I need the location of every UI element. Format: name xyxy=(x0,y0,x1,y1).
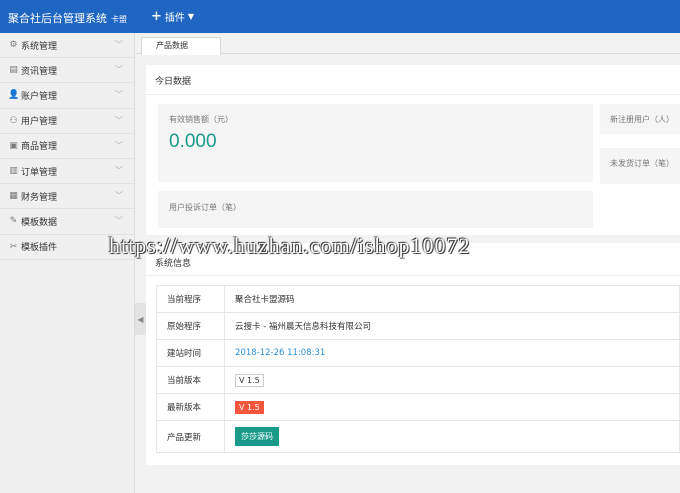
order-icon: ▥ xyxy=(9,166,18,177)
sidebar-item-label: 系统管理 xyxy=(21,41,58,52)
chevron-down-icon: ﹀ xyxy=(115,165,123,175)
gear-icon: ⚙ xyxy=(9,40,18,51)
row-value: 2018-12-26 11:08:31 xyxy=(224,339,680,367)
panel-divider xyxy=(146,94,680,95)
current-version-badge: V 1.5 xyxy=(235,373,264,387)
brand-name: 聚合社后台管理系统 xyxy=(8,12,107,25)
user-icon: 👤 xyxy=(8,90,20,101)
row-key: 产品更新 xyxy=(156,420,225,453)
plugin-menu-label: 插件 xyxy=(164,13,185,24)
row-key: 建站时间 xyxy=(156,339,225,367)
table-row: 原始程序 云搜卡 - 福州晨天信息科技有限公司 xyxy=(156,312,680,340)
sidebar-item-8[interactable]: ✎ 模板数据 ﹀ xyxy=(0,209,134,235)
sidebar-item-3[interactable]: 👤 账户管理 ﹀ xyxy=(0,83,134,109)
sidebar-item-4[interactable]: ⚇ 用户管理 ﹀ xyxy=(0,109,134,134)
news-icon: ▤ xyxy=(9,65,18,76)
sidebar-item-label: 资讯管理 xyxy=(21,66,58,77)
row-value: 聚合社卡盟源码 xyxy=(224,285,680,313)
chevron-down-icon: ﹀ xyxy=(115,140,123,150)
build-date-link[interactable]: 2018-12-26 11:08:31 xyxy=(235,348,325,358)
edit-icon: ✎ xyxy=(9,216,18,227)
latest-version-badge: V 1.5 xyxy=(235,400,264,414)
table-row: 产品更新 莎莎源码 xyxy=(156,420,680,453)
product-update-button[interactable]: 莎莎源码 xyxy=(235,427,279,446)
sidebar-item-label: 模板数据 xyxy=(21,217,58,228)
system-info-title: 系统信息 xyxy=(155,259,192,269)
sidebar-item-2[interactable]: ▤ 资讯管理 ﹀ xyxy=(0,58,134,84)
new-users-label: 新注册用户（人） xyxy=(610,115,674,124)
row-value: 云搜卡 - 福州晨天信息科技有限公司 xyxy=(224,312,680,340)
chevron-left-icon: ◀ xyxy=(137,314,144,324)
unshipped-label: 未发货订单（笔） xyxy=(610,159,674,168)
row-value: V 1.5 xyxy=(224,393,680,421)
cart-icon: ▣ xyxy=(9,140,18,151)
row-key: 最新版本 xyxy=(156,393,225,421)
row-key: 当前版本 xyxy=(156,366,225,394)
sidebar-item-label: 账户管理 xyxy=(21,91,58,102)
plugin-menu-button[interactable]: + 插件 ▼ xyxy=(151,8,195,25)
brand-title[interactable]: 聚合社后台管理系统 卡盟 xyxy=(8,10,127,26)
chevron-down-icon: ﹀ xyxy=(115,40,123,49)
table-row: 当前程序 聚合社卡盟源码 xyxy=(156,285,680,313)
users-icon: ⚇ xyxy=(9,115,18,126)
sidebar-item-label: 订单管理 xyxy=(21,167,58,178)
sidebar-item-7[interactable]: ▦ 财务管理 ﹀ xyxy=(0,184,134,210)
sales-value: 0.000 xyxy=(169,131,217,152)
complaints-stat-card: 用户投诉订单（笔） xyxy=(158,191,593,228)
top-header: 聚合社后台管理系统 卡盟 + 插件 ▼ xyxy=(0,0,680,33)
complaints-label: 用户投诉订单（笔） xyxy=(169,203,241,212)
row-key: 原始程序 xyxy=(156,312,225,340)
chevron-down-icon: ﹀ xyxy=(115,90,123,100)
sidebar-item-label: 商品管理 xyxy=(21,142,58,153)
sales-stat-card: 有效销售额（元） 0.000 xyxy=(158,104,593,182)
today-data-title: 今日数据 xyxy=(155,77,192,87)
sidebar-item-6[interactable]: ▥ 订单管理 ﹀ xyxy=(0,159,134,185)
plugin-icon: ✂ xyxy=(9,241,18,252)
chevron-down-icon: ﹀ xyxy=(115,65,123,75)
sidebar-collapse-handle[interactable]: ◀ xyxy=(135,303,146,335)
sidebar-item-label: 模板插件 xyxy=(21,243,58,254)
chevron-down-icon: ﹀ xyxy=(115,191,123,201)
new-users-stat-card: 新注册用户（人） xyxy=(600,104,680,134)
unshipped-stat-card: 未发货订单（笔） xyxy=(600,148,680,184)
chevron-down-icon: ﹀ xyxy=(115,115,123,125)
sidebar-item-label: 用户管理 xyxy=(21,117,58,128)
table-row: 最新版本 V 1.5 xyxy=(156,393,680,421)
plus-icon: + xyxy=(151,8,162,24)
sidebar-item-5[interactable]: ▣ 商品管理 ﹀ xyxy=(0,134,134,159)
sidebar-item-9[interactable]: ✂ 模板插件 xyxy=(0,235,134,260)
sidebar: ⚙ 系统管理 ﹀ ▤ 资讯管理 ﹀ 👤 账户管理 ﹀ ⚇ 用户管理 ﹀ ▣ 商品管理 ﹀ ▥ 订单管理 ﹀ ▦ 财务管… xyxy=(0,33,135,493)
panel-divider xyxy=(146,275,680,276)
sales-label: 有效销售额（元） xyxy=(169,115,233,124)
finance-icon: ▦ xyxy=(9,191,18,202)
table-row: 当前版本 V 1.5 xyxy=(156,366,680,394)
system-info-table: 当前程序 聚合社卡盟源码 原始程序 云搜卡 - 福州晨天信息科技有限公司 建站时… xyxy=(156,285,680,453)
row-key: 当前程序 xyxy=(156,285,225,313)
row-value: 莎莎源码 xyxy=(224,420,680,453)
sidebar-item-label: 财务管理 xyxy=(21,192,58,203)
table-row: 建站时间 2018-12-26 11:08:31 xyxy=(156,339,680,367)
row-value: V 1.5 xyxy=(224,366,680,394)
chevron-down-icon: ▼ xyxy=(187,12,195,21)
sidebar-item-1[interactable]: ⚙ 系统管理 ﹀ xyxy=(0,33,134,59)
tab-bar: 产品数据 xyxy=(136,33,680,55)
tab-product-data[interactable]: 产品数据 xyxy=(141,37,221,55)
chevron-down-icon: ﹀ xyxy=(115,216,123,226)
brand-subtitle: 卡盟 xyxy=(111,15,127,24)
